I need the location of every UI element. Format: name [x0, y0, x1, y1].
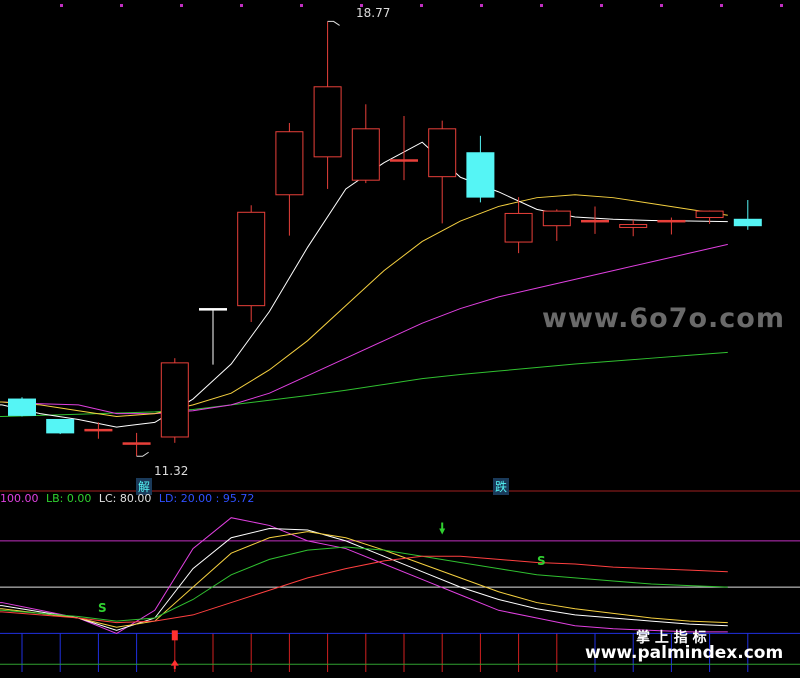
indicator-line — [0, 531, 728, 628]
candle-body — [390, 159, 418, 162]
top-tick-dot — [540, 4, 543, 7]
high-leader — [327, 20, 340, 26]
candle — [46, 418, 75, 435]
legend-item: LD: 20.00 : 95.72 — [158, 492, 255, 505]
top-tick-dot — [660, 4, 663, 7]
s-marker-1: S — [98, 601, 107, 615]
candle-body — [122, 442, 151, 445]
candle — [733, 200, 762, 230]
candle-body — [542, 210, 571, 227]
high-price-label: 18.77 — [356, 6, 391, 20]
candle — [122, 432, 151, 457]
candle — [237, 205, 266, 323]
candle — [313, 21, 342, 189]
indicator-line — [0, 555, 728, 624]
candle — [428, 120, 457, 224]
candle-body — [695, 210, 724, 219]
low-price-label: 11.32 — [154, 464, 189, 478]
candle — [619, 219, 648, 237]
indicator-line — [0, 546, 728, 622]
legend-item: LC: 80.00 — [98, 492, 152, 505]
candle-body — [46, 418, 75, 434]
candlestick-chart — [0, 4, 800, 672]
candle-body — [657, 219, 686, 223]
sell-arrow-icon — [439, 528, 446, 535]
candle — [351, 104, 380, 184]
candle-body — [351, 128, 380, 181]
top-tick-dot — [720, 4, 723, 7]
top-tick-dot — [120, 4, 123, 7]
candle — [160, 358, 189, 443]
top-tick-dot — [180, 4, 183, 7]
ma60-line — [0, 351, 728, 418]
candle — [657, 217, 686, 235]
buy-signal-block — [171, 630, 178, 641]
buy-arrow-icon — [170, 659, 179, 666]
candle-body — [199, 308, 227, 311]
candle-body — [733, 218, 762, 227]
low-leader — [136, 451, 149, 457]
candle-body — [160, 362, 189, 438]
legend-item: LB: 0.00 — [46, 492, 92, 505]
top-tick-dot — [60, 4, 63, 7]
candle-body — [313, 86, 342, 158]
top-tick-dot — [600, 4, 603, 7]
candle-body — [275, 131, 304, 196]
watermark-bottom-url: www.palmindex.com — [585, 643, 784, 663]
candle-body — [428, 128, 457, 178]
candle-body — [466, 152, 495, 198]
watermark-top: www.6o7o.com — [542, 303, 785, 334]
indicator-legend: 100.00 LB: 0.00 LC: 80.00 LD: 20.00 : 95… — [0, 492, 254, 505]
indicator-line — [0, 517, 728, 634]
legend-item: 100.00 — [0, 492, 39, 505]
top-tick-dot — [780, 4, 783, 7]
signal-marker-die: 跌 — [493, 478, 510, 495]
candle-body — [8, 398, 36, 416]
candle-body — [237, 211, 266, 307]
candle-body — [504, 212, 533, 243]
candle — [8, 397, 36, 417]
top-tick-dot — [480, 4, 483, 7]
candle — [581, 206, 609, 234]
candle — [390, 115, 418, 181]
top-tick-dot — [240, 4, 243, 7]
candle — [542, 209, 571, 241]
candle-body — [581, 219, 609, 223]
candle-body — [84, 428, 113, 432]
candle — [199, 308, 227, 365]
top-tick-dot — [420, 4, 423, 7]
candle — [275, 122, 304, 236]
candle-body — [619, 224, 648, 228]
top-tick-dot — [300, 4, 303, 7]
ma5-line — [0, 141, 728, 428]
chart-stage: 18.77 11.32 解 跌 100.00 LB: 0.00 LC: 80.0… — [0, 0, 800, 678]
candle — [466, 135, 495, 203]
s-marker-2: S — [537, 554, 546, 568]
